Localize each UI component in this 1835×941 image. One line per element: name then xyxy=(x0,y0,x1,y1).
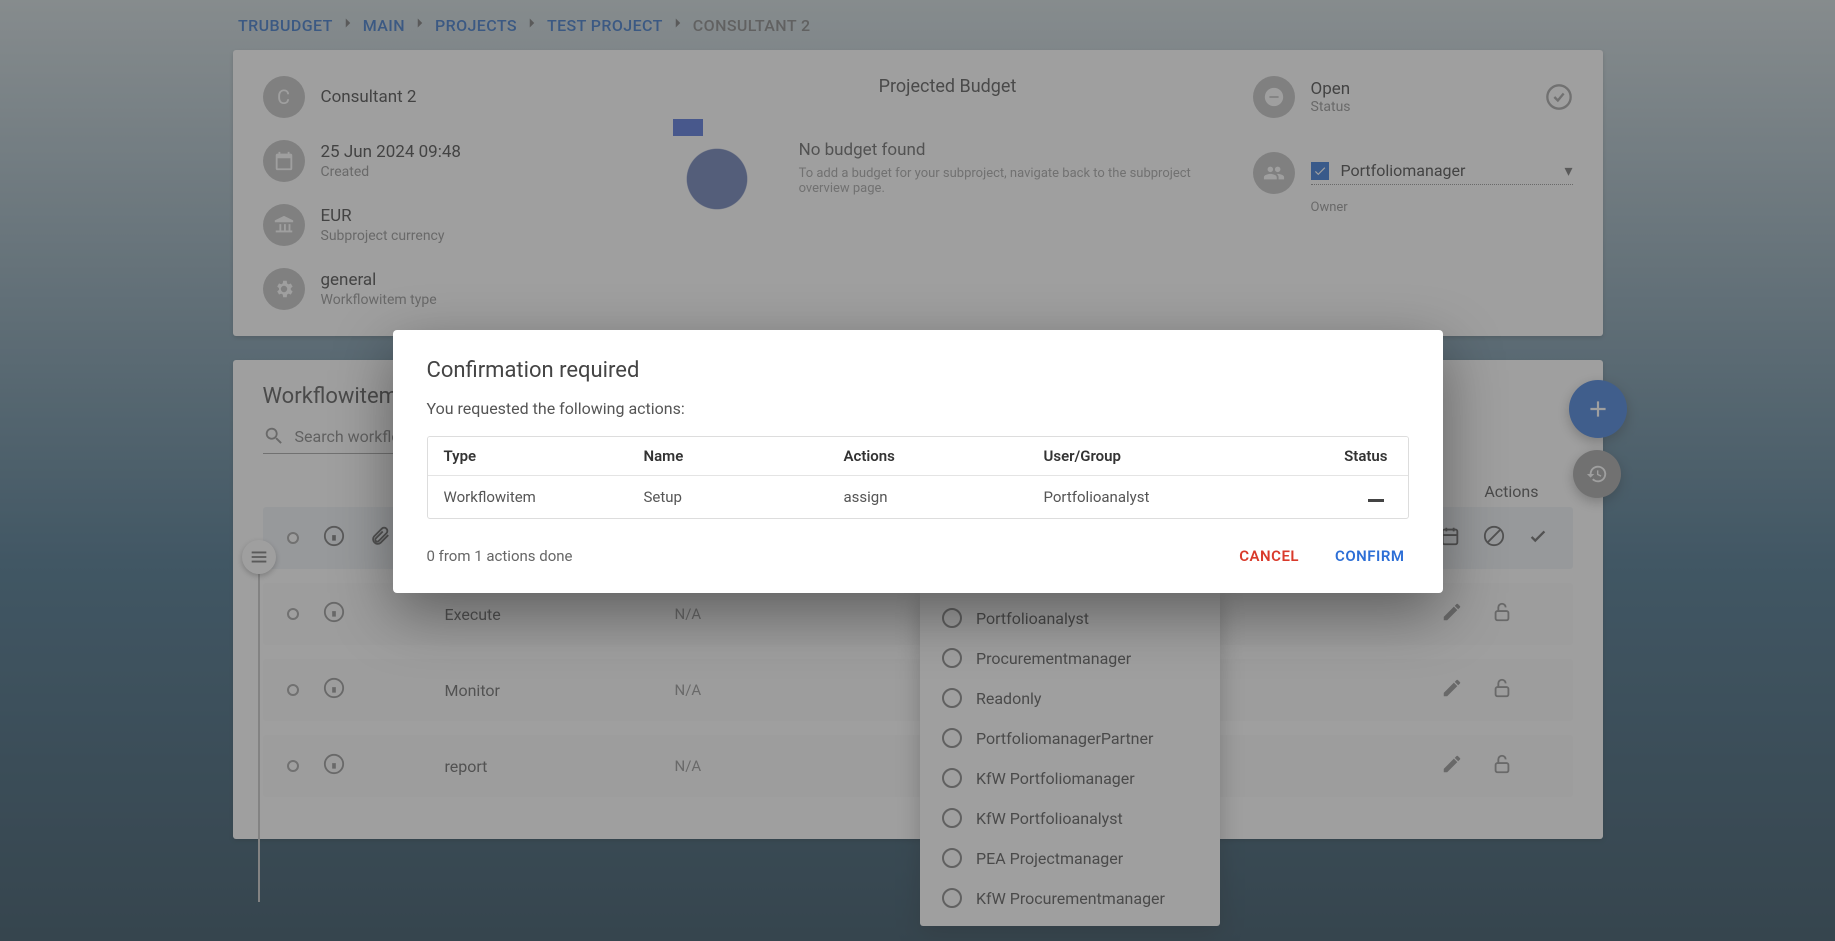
modal-overlay[interactable]: Confirmation required You requested the … xyxy=(0,0,1835,941)
confirmation-dialog: Confirmation required You requested the … xyxy=(393,330,1443,593)
td-name: Setup xyxy=(628,476,828,518)
pending-dash-icon xyxy=(1368,499,1384,502)
th-name: Name xyxy=(628,437,828,475)
confirm-button[interactable]: CONFIRM xyxy=(1331,541,1408,571)
table-row: Workflowitem Setup assign Portfolioanaly… xyxy=(428,476,1408,518)
th-type: Type xyxy=(428,437,628,475)
th-actions: Actions xyxy=(828,437,1028,475)
td-user: Portfolioanalyst xyxy=(1028,476,1288,518)
cancel-button[interactable]: CANCEL xyxy=(1235,541,1303,571)
dialog-progress: 0 from 1 actions done xyxy=(427,547,573,565)
th-status: Status xyxy=(1288,437,1408,475)
td-type: Workflowitem xyxy=(428,476,628,518)
td-status xyxy=(1288,476,1408,518)
td-actions: assign xyxy=(828,476,1028,518)
dialog-title: Confirmation required xyxy=(427,358,1409,383)
dialog-message: You requested the following actions: xyxy=(427,399,1409,418)
th-user: User/Group xyxy=(1028,437,1288,475)
dialog-table: Type Name Actions User/Group Status Work… xyxy=(427,436,1409,519)
